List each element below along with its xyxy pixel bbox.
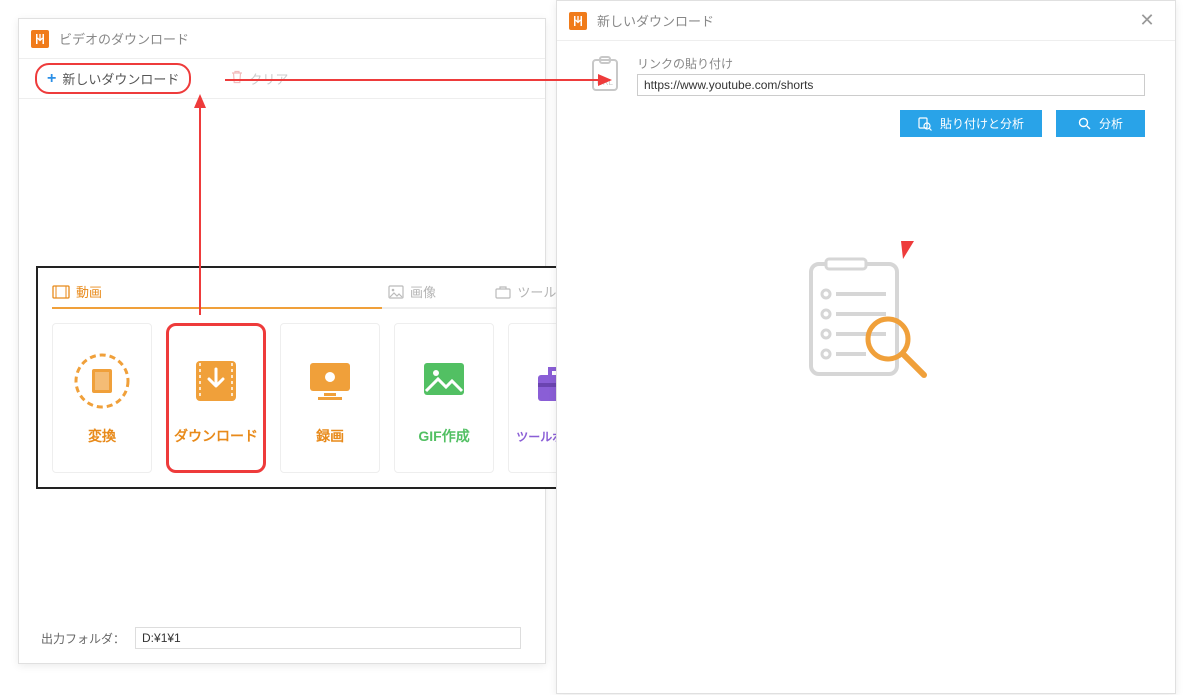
app-icon	[569, 12, 587, 30]
analyze-label: 分析	[1099, 115, 1123, 132]
paste-analyze-button[interactable]: 貼り付けと分析	[900, 110, 1042, 137]
download-icon	[185, 350, 247, 412]
paste-label: リンクの貼り付け	[637, 55, 1145, 72]
tab-video-label: 動画	[76, 282, 102, 301]
titlebar-right: 新しいダウンロード ✕	[557, 1, 1175, 41]
tool-gif-label: GIF作成	[418, 426, 469, 446]
close-button[interactable]: ✕	[1131, 5, 1163, 37]
output-folder-row: 出力フォルダ：	[41, 627, 521, 649]
paste-search-icon	[918, 117, 932, 131]
toolbox-icon	[495, 285, 511, 299]
gif-icon	[413, 350, 475, 412]
titlebar-left: ビデオのダウンロード	[19, 19, 545, 59]
record-icon	[299, 350, 361, 412]
clear-button[interactable]: クリア	[231, 69, 288, 88]
window-title: ビデオのダウンロード	[59, 29, 189, 48]
search-icon	[1078, 117, 1091, 130]
tool-record-label: 録画	[316, 426, 344, 446]
tabs-row: 動画 画像 ツールボックス	[52, 282, 608, 307]
output-folder-input[interactable]	[135, 627, 521, 649]
toolbar: + 新しいダウンロード クリア	[19, 59, 545, 99]
tool-convert[interactable]: 変換	[52, 323, 152, 473]
plus-icon: +	[47, 71, 56, 87]
tool-panel: 動画 画像 ツールボックス 変換 ダウンロード 録画	[36, 266, 624, 489]
tools-grid: 変換 ダウンロード 録画 GIF作成 ツールボックス	[52, 323, 608, 473]
tool-download-label: ダウンロード	[174, 426, 258, 446]
tool-gif[interactable]: GIF作成	[394, 323, 494, 473]
image-icon	[388, 285, 404, 299]
trash-icon	[231, 70, 243, 87]
convert-icon	[71, 350, 133, 412]
clear-label: クリア	[249, 69, 288, 88]
new-download-dialog: 新しいダウンロード ✕ URL リンクの貼り付け 貼り付けと分析 分析	[556, 0, 1176, 694]
film-icon	[52, 285, 70, 299]
url-input[interactable]	[637, 74, 1145, 96]
tab-image[interactable]: 画像	[388, 282, 468, 307]
dialog-title: 新しいダウンロード	[597, 11, 714, 30]
empty-state-illustration	[796, 239, 936, 399]
tool-record[interactable]: 録画	[280, 323, 380, 473]
tool-convert-label: 変換	[88, 426, 116, 446]
output-folder-label: 出力フォルダ：	[41, 630, 125, 647]
paste-analyze-label: 貼り付けと分析	[940, 115, 1024, 132]
clipboard-url-icon: URL	[587, 55, 625, 93]
new-download-label: 新しいダウンロード	[62, 69, 179, 88]
app-icon	[31, 30, 49, 48]
new-download-button[interactable]: + 新しいダウンロード	[35, 63, 191, 94]
tab-video[interactable]: 動画	[52, 282, 372, 307]
tab-image-label: 画像	[410, 282, 436, 301]
paste-area: URL リンクの貼り付け 貼り付けと分析 分析	[557, 41, 1175, 151]
close-icon: ✕	[1139, 10, 1154, 31]
tab-underline	[52, 307, 608, 309]
analyze-button[interactable]: 分析	[1056, 110, 1145, 137]
tool-download[interactable]: ダウンロード	[166, 323, 266, 473]
svg-text:URL: URL	[597, 78, 614, 87]
